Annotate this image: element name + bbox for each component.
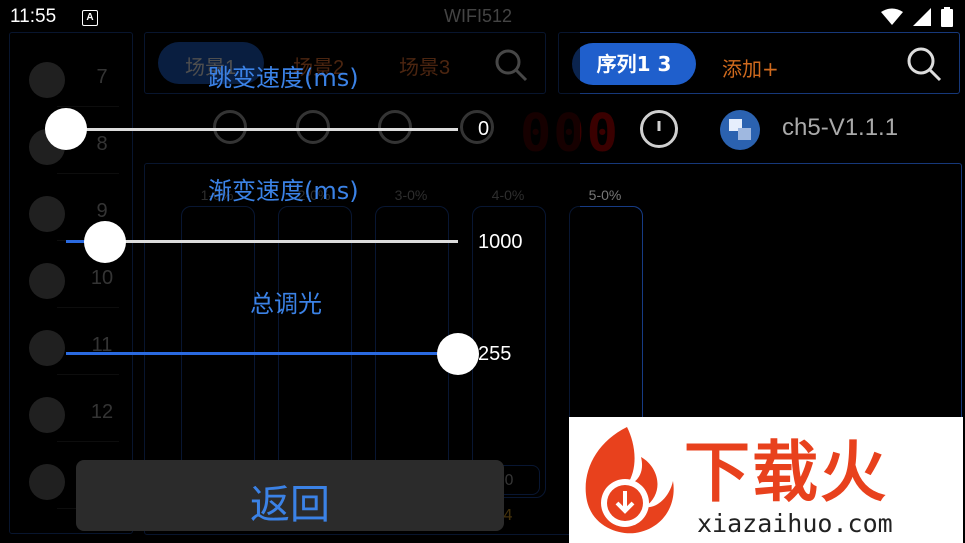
jump-speed-track[interactable] bbox=[66, 128, 458, 131]
fader-percent-label: 3-0% bbox=[394, 187, 428, 203]
sequence-tab[interactable]: 序列1 3 bbox=[572, 43, 696, 85]
gauge-icon[interactable] bbox=[640, 110, 678, 148]
stop-icon[interactable] bbox=[378, 110, 412, 144]
channel-row[interactable]: 7 bbox=[9, 40, 131, 107]
signal-icon bbox=[913, 8, 931, 26]
channel-dot-icon[interactable] bbox=[29, 263, 65, 299]
master-dimmer-value: 255 bbox=[478, 343, 512, 365]
battery-icon bbox=[941, 7, 953, 27]
channel-row[interactable]: 11 bbox=[9, 308, 131, 375]
channel-dot-icon[interactable] bbox=[29, 62, 65, 98]
watermark-brand: 下载火 bbox=[684, 434, 888, 511]
watermark: 下载火 xiazaihuo.com bbox=[569, 417, 963, 543]
notification-icon: A bbox=[82, 10, 98, 26]
channel-number: 12 bbox=[90, 401, 114, 423]
jump-speed-knob[interactable] bbox=[45, 108, 87, 150]
jump-speed-title: 跳变速度(ms) bbox=[208, 64, 359, 92]
play-icon[interactable] bbox=[296, 110, 330, 144]
firmware-version: ch5-V1.1.1 bbox=[782, 114, 899, 141]
app-title: WIFI512 bbox=[444, 6, 513, 26]
confirm-icon[interactable] bbox=[213, 110, 247, 144]
channel-number: 7 bbox=[96, 66, 108, 88]
channel-number: 8 bbox=[96, 133, 108, 155]
channel-dot-icon[interactable] bbox=[29, 196, 65, 232]
channel-number: 9 bbox=[96, 200, 108, 222]
back-button-label: 返回 bbox=[250, 482, 330, 528]
back-button[interactable]: 返回 bbox=[76, 460, 504, 531]
wifi-icon bbox=[881, 8, 903, 25]
language-icon[interactable] bbox=[720, 110, 760, 150]
gauge-needle-icon bbox=[657, 121, 661, 131]
scene-search-icon[interactable] bbox=[493, 47, 529, 83]
translate-glyph-icon bbox=[729, 119, 751, 140]
sequence-search-icon[interactable] bbox=[905, 45, 943, 83]
master-dimmer-fill bbox=[66, 352, 458, 355]
segment-display: 000 bbox=[520, 104, 620, 164]
watermark-url: xiazaihuo.com bbox=[697, 509, 893, 538]
channel-number: 10 bbox=[90, 267, 114, 289]
sequence-bar: 序列1 3 添加+ bbox=[558, 32, 960, 94]
status-icons bbox=[881, 7, 953, 27]
fade-speed-value: 1000 bbox=[478, 231, 523, 253]
channel-dot-icon[interactable] bbox=[29, 464, 65, 500]
scene-tab-3[interactable]: 场景3 bbox=[399, 51, 450, 80]
fade-speed-title: 渐变速度(ms) bbox=[208, 177, 359, 205]
jump-speed-value: 0 bbox=[478, 118, 490, 140]
channel-row[interactable]: 12 bbox=[9, 375, 131, 442]
master-dimmer-title: 总调光 bbox=[250, 290, 322, 318]
channel-dot-icon[interactable] bbox=[29, 330, 65, 366]
fader-percent-label: 5-0% bbox=[588, 187, 622, 203]
channel-dot-icon[interactable] bbox=[29, 397, 65, 433]
fade-speed-knob[interactable] bbox=[84, 221, 127, 263]
flame-logo-icon bbox=[585, 427, 674, 534]
fader-percent-label: 4-0% bbox=[491, 187, 525, 203]
add-sequence-button[interactable]: 添加+ bbox=[722, 53, 779, 82]
status-time: 11:55 bbox=[10, 6, 57, 27]
master-dimmer-knob[interactable] bbox=[437, 333, 479, 375]
